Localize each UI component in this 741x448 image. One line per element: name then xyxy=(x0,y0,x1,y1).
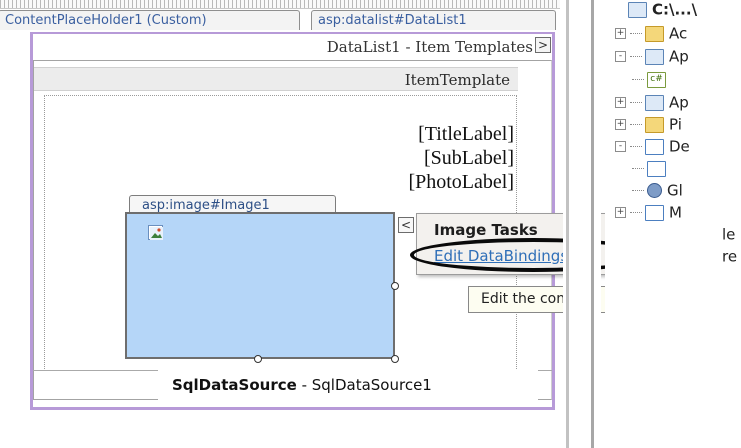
page-icon xyxy=(645,204,664,221)
expand-icon[interactable]: + xyxy=(615,207,626,218)
item-template-label: ItemTemplate xyxy=(404,71,510,89)
top-ruler xyxy=(0,0,560,9)
expand-icon[interactable]: + xyxy=(615,119,626,130)
image-placeholder-icon xyxy=(148,225,163,240)
splitter-edge-left xyxy=(566,0,569,448)
page-icon xyxy=(647,160,666,177)
item-template-header: ItemTemplate xyxy=(34,67,518,91)
tree-row-partial-1[interactable]: le xyxy=(722,225,735,245)
image-control[interactable] xyxy=(125,212,395,359)
gear-icon xyxy=(647,183,662,198)
tree-row-master[interactable]: + M xyxy=(615,203,682,223)
tree-row-default[interactable]: - De xyxy=(615,137,690,157)
tree-row-pictures[interactable]: + Pi xyxy=(615,115,682,135)
datalist-header-title: DataList1 - Item Templates xyxy=(326,38,533,56)
resize-handle-bottom[interactable] xyxy=(254,355,262,363)
expand-icon[interactable]: + xyxy=(615,28,626,39)
splitter-edge-right xyxy=(591,0,594,448)
tree-row-app-themes[interactable]: + Ap xyxy=(615,93,689,113)
tree-row-label: C:\...\ xyxy=(652,0,698,19)
datalist-tag-tab[interactable]: asp:datalist#DataList1 xyxy=(311,10,556,30)
photo-label-field[interactable]: [PhotoLabel] xyxy=(408,171,514,194)
folder-icon xyxy=(645,25,664,42)
image-smart-tag-collapse-button[interactable]: < xyxy=(398,217,414,233)
content-placeholder-tab[interactable]: ContentPlaceHolder1 (Custom) xyxy=(0,10,300,30)
tree-row-label: le xyxy=(722,225,736,244)
tree-row-label: re xyxy=(722,247,738,266)
image-tasks-title: Image Tasks xyxy=(434,221,538,239)
title-label-field[interactable]: [TitleLabel] xyxy=(418,123,514,146)
resize-handle-right[interactable] xyxy=(391,282,399,290)
sqldatasource-id: - SqlDataSource1 xyxy=(296,376,432,394)
sub-label-field[interactable]: [SubLabel] xyxy=(424,147,514,170)
expand-icon[interactable]: + xyxy=(615,97,626,108)
tree-row-label: Ap xyxy=(669,93,689,112)
tree-row-app-code[interactable]: - Ap xyxy=(615,47,689,67)
tree-row-cs-file[interactable]: c# xyxy=(632,70,671,90)
resize-handle-bottom-right[interactable] xyxy=(391,355,399,363)
page-icon xyxy=(645,138,664,155)
solution-explorer xyxy=(605,0,741,448)
folder-icon xyxy=(645,94,664,111)
collapse-icon[interactable]: - xyxy=(615,141,626,152)
tree-row-label: De xyxy=(669,137,690,156)
sqldatasource-type: SqlDataSource xyxy=(172,376,297,394)
sqldatasource-label: SqlDataSource - SqlDataSource1 xyxy=(172,376,432,394)
tree-row-global[interactable]: Gl xyxy=(632,181,683,201)
folder-icon xyxy=(645,48,664,65)
tree-row-label: Gl xyxy=(667,181,683,200)
cs-file-icon: c# xyxy=(647,71,666,88)
datalist-smart-tag-button[interactable]: > xyxy=(535,37,551,53)
tree-row-label: Pi xyxy=(669,115,682,134)
tree-row-label: M xyxy=(669,203,682,222)
datalist-header: DataList1 - Item Templates xyxy=(33,34,533,60)
folder-icon xyxy=(645,116,664,133)
tree-row-project[interactable]: C:\...\ xyxy=(628,0,697,20)
collapse-icon[interactable]: - xyxy=(615,51,626,62)
tree-row-label: Ac xyxy=(669,24,688,43)
tree-row-label: Ap xyxy=(669,47,689,66)
tree-row-code-behind[interactable] xyxy=(632,159,671,179)
tree-row-partial-2[interactable]: re xyxy=(722,247,737,267)
tree-row-app-data[interactable]: + Ac xyxy=(615,24,687,44)
project-icon xyxy=(628,1,647,18)
